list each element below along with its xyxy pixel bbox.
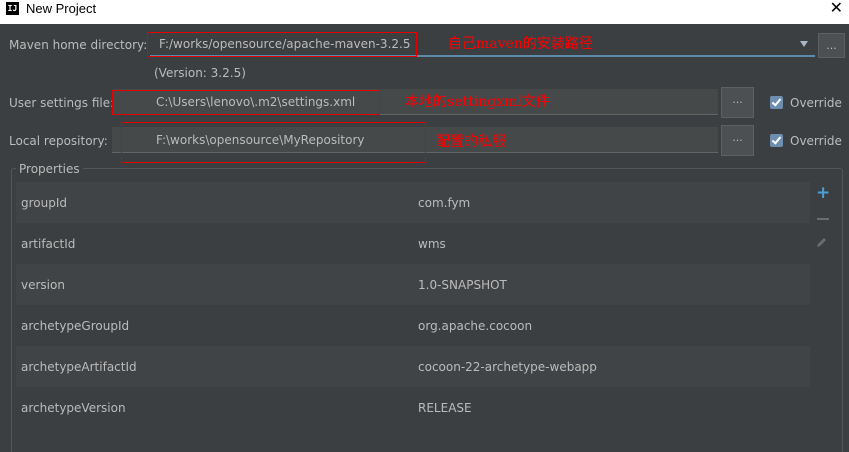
maven-version-text: (Version: 3.2.5) [154, 66, 246, 80]
local-repo-override-label: Override [790, 134, 842, 148]
property-value[interactable]: RELEASE [418, 401, 472, 415]
user-settings-override-checkbox[interactable] [770, 96, 783, 109]
pencil-icon[interactable] [816, 236, 828, 251]
property-value[interactable]: org.apache.cocoon [418, 319, 532, 333]
property-key: archetypeVersion [21, 401, 126, 415]
annotation-settings: 本地的settingxml文件 [405, 94, 550, 110]
minus-icon[interactable] [817, 218, 829, 220]
chevron-down-icon[interactable] [800, 41, 808, 47]
intellij-app-icon: IJ [6, 2, 19, 15]
property-key: artifactId [21, 237, 76, 251]
property-value[interactable]: cocoon-22-archetype-webapp [418, 360, 597, 374]
annotation-box-maven-home [147, 32, 417, 57]
property-key: archetypeArtifactId [21, 360, 137, 374]
table-row[interactable]: archetypeVersion RELEASE [16, 387, 810, 428]
table-row[interactable]: archetypeGroupId org.apache.cocoon [16, 305, 810, 346]
annotation-maven-home: 自己maven的安装路径 [448, 36, 593, 52]
title-bar: IJ New Project ✕ [0, 0, 849, 24]
property-value[interactable]: wms [418, 237, 446, 251]
local-repo-override-checkbox[interactable] [770, 134, 783, 147]
table-row[interactable]: groupId com.fym [16, 182, 810, 223]
local-repo-label: Local repository: [9, 134, 108, 148]
table-row[interactable]: version 1.0-SNAPSHOT [16, 264, 810, 305]
maven-home-browse-button[interactable]: ... [818, 33, 845, 58]
annotation-repo: 配置的私服 [436, 134, 506, 150]
annotation-box-settings [112, 90, 380, 115]
properties-table: groupId com.fym artifactId wms version 1… [16, 182, 810, 428]
properties-title: Properties [16, 162, 83, 176]
window-title: New Project [26, 1, 97, 16]
user-settings-browse-button[interactable]: ... [721, 87, 754, 118]
property-key: version [21, 278, 65, 292]
table-row[interactable]: archetypeArtifactId cocoon-22-archetype-… [16, 346, 810, 387]
user-settings-label: User settings file: [9, 96, 115, 110]
property-key: archetypeGroupId [21, 319, 130, 333]
user-settings-override-label: Override [790, 96, 842, 110]
plus-icon[interactable]: + [816, 185, 830, 202]
property-key: groupId [21, 196, 68, 210]
table-row[interactable]: artifactId wms [16, 223, 810, 264]
local-repo-browse-button[interactable]: ... [721, 125, 754, 156]
property-value[interactable]: 1.0-SNAPSHOT [418, 278, 507, 292]
property-value[interactable]: com.fym [418, 196, 470, 210]
close-icon[interactable]: ✕ [830, 0, 843, 16]
annotation-box-repo [121, 122, 426, 163]
maven-home-label: Maven home directory: [9, 38, 148, 52]
